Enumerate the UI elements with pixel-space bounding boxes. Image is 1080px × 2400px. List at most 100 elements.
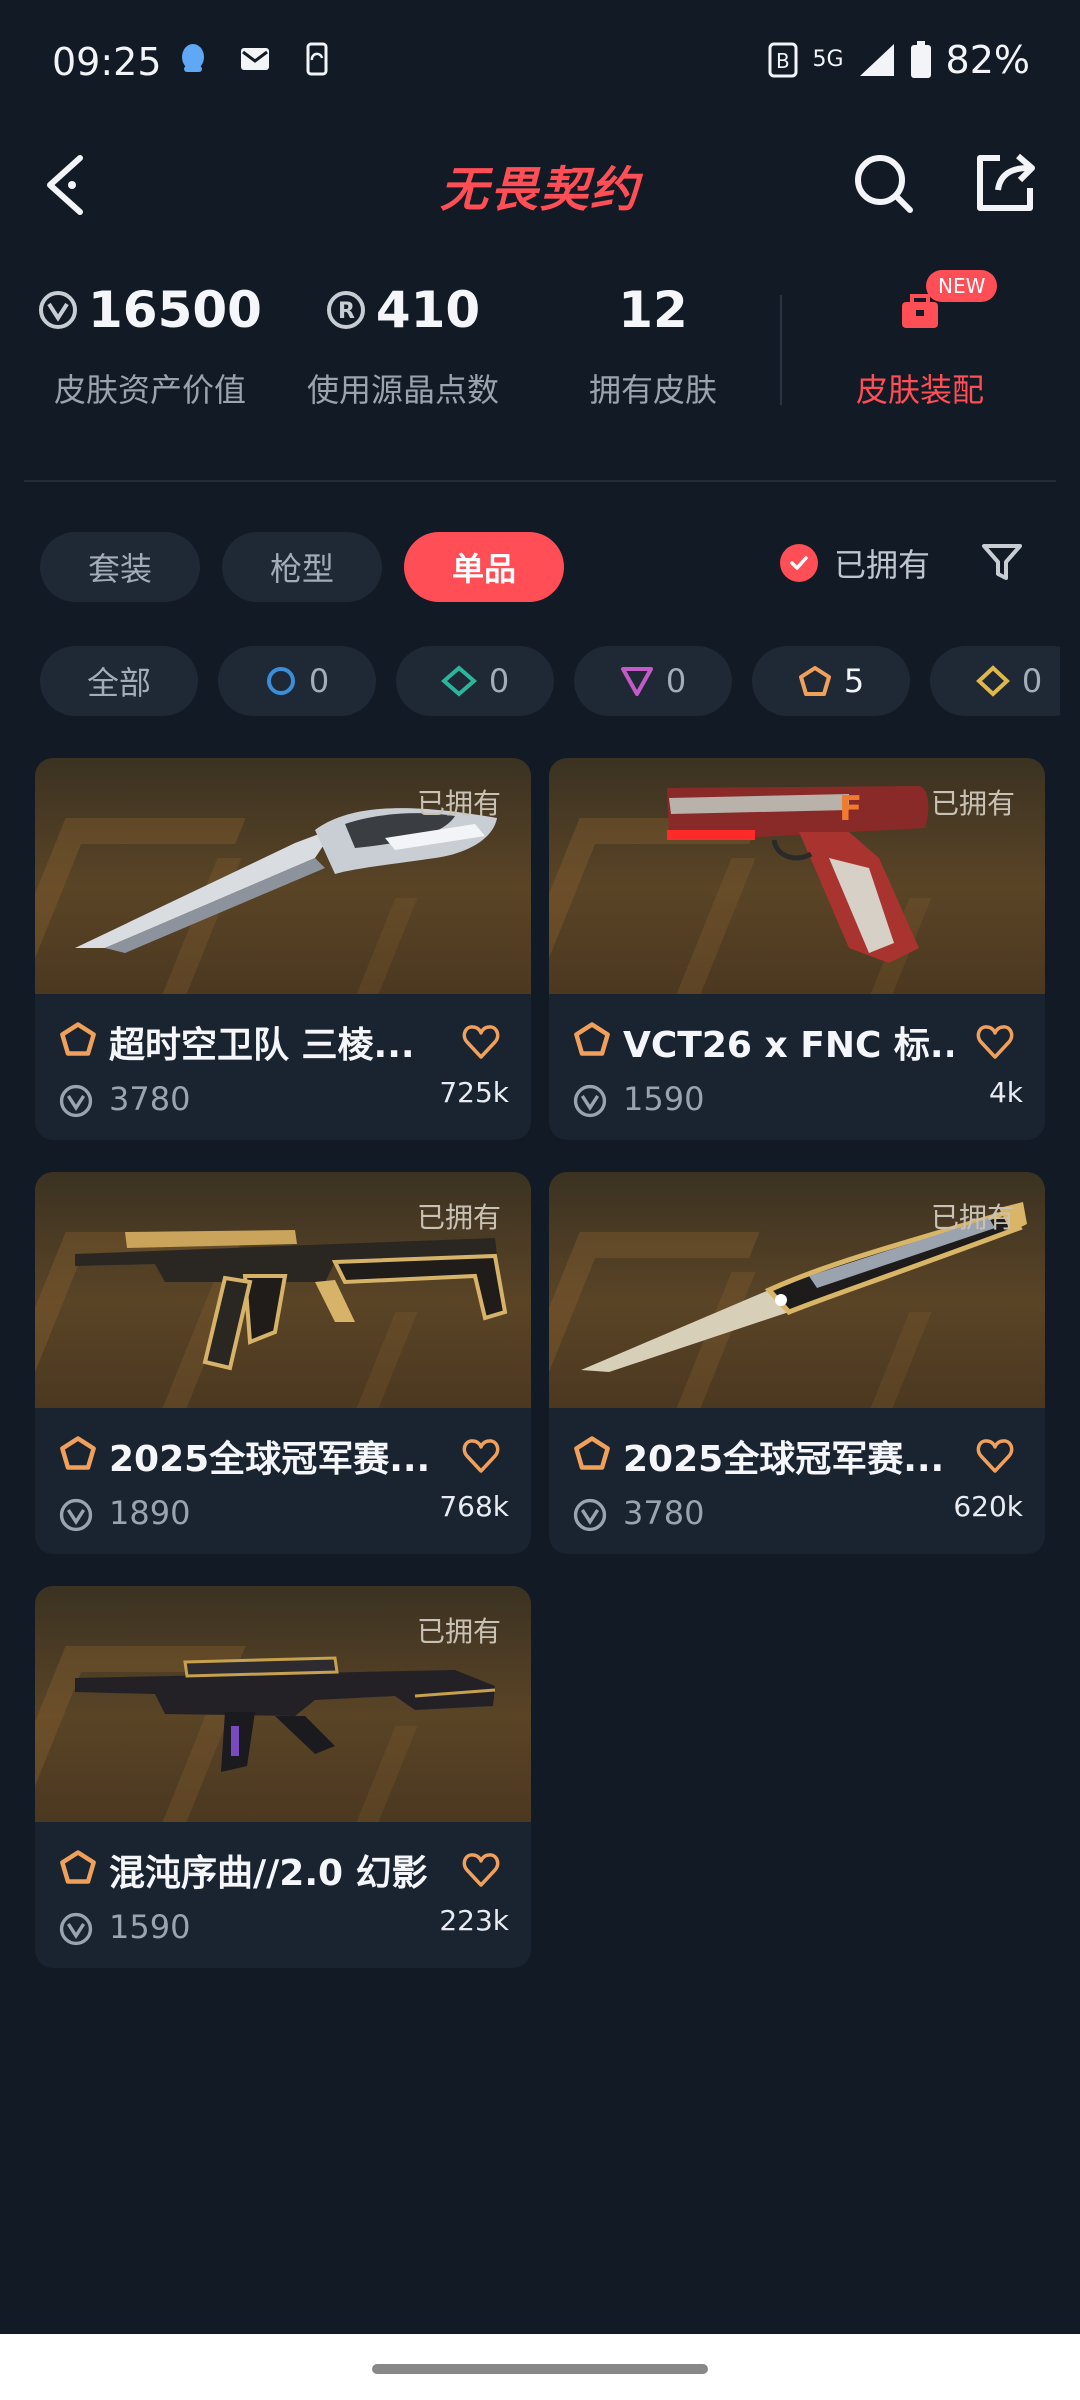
tier-count: 0 xyxy=(665,662,687,700)
heart-icon[interactable] xyxy=(461,1850,501,1890)
skin-price: 3780 xyxy=(623,1494,705,1532)
heart-icon[interactable] xyxy=(461,1436,501,1476)
skin-name: 2025全球冠军赛... xyxy=(623,1439,945,1480)
skin-name: 混沌序曲//2.0 幻影 xyxy=(109,1853,428,1894)
skin-info: VCT26 x FNC 标... 1590 4k xyxy=(549,994,1045,1140)
exclusive-tier-icon xyxy=(574,1436,610,1470)
skin-card[interactable]: 已拥有 2025全球冠军赛... 3780 620k xyxy=(549,1172,1045,1554)
heart-icon[interactable] xyxy=(975,1022,1015,1062)
skin-equip-button[interactable]: NEW 皮肤装配 xyxy=(830,270,1010,411)
stat-value: 12 xyxy=(618,281,688,339)
select-tier-icon xyxy=(266,667,295,695)
skin-image: 已拥有 xyxy=(549,1172,1045,1408)
tier-premium[interactable]: 0 xyxy=(574,646,732,716)
stat-value: 16500 xyxy=(88,281,262,339)
battery-percent: 82% xyxy=(945,38,1030,82)
status-right: B 5G 82% xyxy=(768,38,1030,82)
ultra-tier-icon xyxy=(975,665,1010,697)
favorite-count: 620k xyxy=(953,1490,1023,1523)
vp-icon xyxy=(39,291,78,329)
battery-icon xyxy=(910,41,931,78)
section-divider xyxy=(24,480,1056,482)
exclusive-tier-icon xyxy=(60,1022,96,1056)
svg-text:R: R xyxy=(338,299,355,324)
stat-label: 使用源晶点数 xyxy=(306,371,499,409)
tier-select[interactable]: 0 xyxy=(218,646,376,716)
owned-tag: 已拥有 xyxy=(416,787,501,820)
exclusive-tier-icon xyxy=(574,1022,610,1056)
exclusive-tier-icon xyxy=(60,1436,96,1470)
share-button[interactable] xyxy=(970,148,1040,218)
tier-count: 0 xyxy=(488,662,510,700)
favorite-count: 768k xyxy=(439,1490,509,1523)
tier-ultra[interactable]: 0 xyxy=(930,646,1060,716)
owned-tag: 已拥有 xyxy=(930,1201,1015,1234)
phone-sync-icon xyxy=(306,42,328,76)
deluxe-tier-icon xyxy=(440,665,477,697)
app-logo: 无畏契约 xyxy=(439,162,640,218)
heart-icon[interactable] xyxy=(461,1022,501,1062)
skin-card[interactable]: 已拥有 超时空卫队 三棱... 3780 725k xyxy=(35,758,531,1140)
tier-deluxe[interactable]: 0 xyxy=(396,646,554,716)
premium-tier-icon xyxy=(620,667,653,696)
skin-image: 已拥有 xyxy=(35,1172,531,1408)
stat-value: 410 xyxy=(375,281,481,339)
filter-icon[interactable] xyxy=(980,540,1024,584)
skin-card[interactable]: F 已拥有 VCT26 x FNC 标... 1590 4k xyxy=(549,758,1045,1140)
status-time: 09:25 xyxy=(52,40,162,84)
tab-weapon-type[interactable]: 枪型 xyxy=(222,532,382,602)
skin-name: 2025全球冠军赛... xyxy=(109,1439,431,1480)
network-type: 5G xyxy=(812,47,844,72)
tab-single-item[interactable]: 单品 xyxy=(404,532,564,602)
vp-icon xyxy=(573,1498,607,1532)
stats-panel: 16500 皮肤资产价值 R 410 使用源晶点数 12 拥有皮肤 NEW 皮肤… xyxy=(0,270,1080,435)
skin-image: 已拥有 xyxy=(35,758,531,994)
owned-tag: 已拥有 xyxy=(930,787,1015,820)
sim-icon: B xyxy=(768,42,798,78)
skin-price: 3780 xyxy=(109,1080,191,1118)
exclusive-tier-icon xyxy=(798,666,831,696)
new-badge: NEW xyxy=(926,270,998,302)
home-indicator[interactable] xyxy=(372,2364,708,2374)
svg-text:F: F xyxy=(839,789,862,829)
skin-price: 1890 xyxy=(109,1494,191,1532)
signal-icon xyxy=(859,44,894,76)
stat-radianite: R 410 使用源晶点数 xyxy=(278,275,528,411)
skin-image: 已拥有 xyxy=(35,1586,531,1822)
stats-divider xyxy=(780,295,782,405)
tier-count: 0 xyxy=(308,662,330,700)
owned-filter-label: 已拥有 xyxy=(834,546,931,584)
tier-exclusive[interactable]: 5 xyxy=(752,646,910,716)
vp-icon xyxy=(59,1084,93,1118)
search-button[interactable] xyxy=(848,148,918,218)
owned-filter-toggle[interactable]: 已拥有 xyxy=(780,540,930,586)
tier-count: 5 xyxy=(843,662,865,700)
svg-text:B: B xyxy=(776,49,790,73)
skin-image: F 已拥有 xyxy=(549,758,1045,994)
favorite-count: 725k xyxy=(439,1076,509,1109)
checkmark-icon xyxy=(780,544,818,582)
skin-card[interactable]: 已拥有 2025全球冠军赛... 1890 768k xyxy=(35,1172,531,1554)
mail-icon xyxy=(241,48,269,70)
heart-icon[interactable] xyxy=(975,1436,1015,1476)
tab-bundle[interactable]: 套装 xyxy=(40,532,200,602)
tier-count: 0 xyxy=(1021,662,1043,700)
tier-all[interactable]: 全部 xyxy=(40,646,198,716)
skin-info: 超时空卫队 三棱... 3780 725k xyxy=(35,994,531,1140)
owned-tag: 已拥有 xyxy=(416,1615,501,1648)
vp-icon xyxy=(59,1498,93,1532)
favorite-count: 4k xyxy=(988,1076,1023,1109)
skin-card[interactable]: 已拥有 混沌序曲//2.0 幻影 1590 223k xyxy=(35,1586,531,1968)
exclusive-tier-icon xyxy=(60,1850,96,1884)
system-nav-bar xyxy=(0,2334,1080,2400)
owned-tag: 已拥有 xyxy=(416,1201,501,1234)
skin-info: 混沌序曲//2.0 幻影 1590 223k xyxy=(35,1822,531,1968)
equip-label: 皮肤装配 xyxy=(855,371,984,409)
stat-label: 皮肤资产价值 xyxy=(53,371,246,409)
skin-info: 2025全球冠军赛... 3780 620k xyxy=(549,1408,1045,1554)
skin-info: 2025全球冠军赛... 1890 768k xyxy=(35,1408,531,1554)
skin-price: 1590 xyxy=(109,1908,191,1946)
stat-owned-skins: 12 拥有皮肤 xyxy=(528,275,778,411)
skin-price: 1590 xyxy=(623,1080,705,1118)
vp-icon xyxy=(573,1084,607,1118)
